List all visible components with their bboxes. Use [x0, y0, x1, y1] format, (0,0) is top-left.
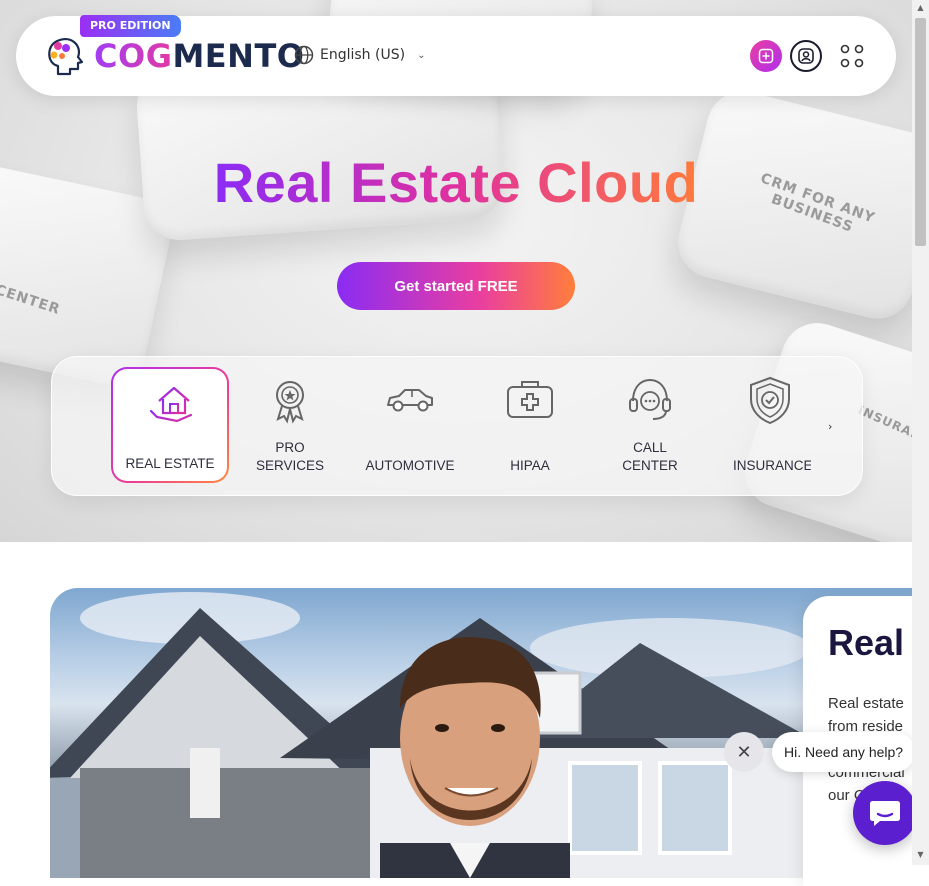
medical-kit-icon	[507, 381, 553, 418]
chat-launcher-button[interactable]	[853, 781, 917, 845]
logo-cog: COG	[94, 37, 173, 75]
logo-head-icon	[48, 38, 84, 76]
industry-label: PRO SERVICES	[255, 440, 325, 473]
industry-carousel: REAL ESTATE PRO SERVICES AUTOMOTIVE HIPA…	[51, 356, 863, 496]
car-icon	[387, 389, 433, 412]
shield-check-icon	[750, 376, 790, 425]
user-icon	[798, 48, 814, 64]
industry-label: CALL CENTER	[622, 440, 678, 473]
pro-edition-badge: PRO EDITION	[80, 15, 181, 37]
card-title: Real	[828, 622, 905, 663]
chevron-down-icon: ⌄	[417, 49, 426, 61]
globe-icon	[294, 45, 314, 65]
industry-automotive[interactable]: AUTOMOTIVE	[351, 367, 469, 483]
language-selector[interactable]: English (US) ⌄	[294, 45, 425, 65]
scroll-down-arrow[interactable]: ▼	[915, 850, 926, 862]
headset-icon	[629, 378, 671, 420]
scroll-up-arrow[interactable]: ▲	[915, 3, 926, 15]
chat-icon	[870, 801, 900, 826]
plus-square-icon	[758, 48, 774, 64]
scrollbar-thumb[interactable]	[915, 18, 926, 246]
apps-grid-icon[interactable]	[840, 44, 864, 68]
industry-label: INSURANCE	[733, 458, 811, 473]
add-button[interactable]	[750, 40, 782, 72]
chat-dismiss-button[interactable]: ✕	[724, 732, 764, 772]
award-badge-icon	[276, 381, 304, 424]
account-button[interactable]	[790, 40, 822, 72]
hero-title: Real Estate Cloud	[0, 150, 912, 216]
industry-label: AUTOMOTIVE	[365, 458, 455, 473]
logo-wordmark[interactable]: COGMENTO	[94, 36, 304, 76]
industry-label: REAL ESTATE	[125, 456, 215, 471]
carousel-next-arrow[interactable]: ›	[828, 420, 832, 433]
get-started-button[interactable]: Get started FREE	[337, 262, 575, 310]
industry-insurance[interactable]: INSURANCE	[711, 367, 811, 483]
top-navbar: PRO EDITION COGMENTO English (US) ⌄	[16, 15, 896, 96]
industry-real-estate[interactable]: REAL ESTATE	[111, 367, 229, 483]
logo-mento: MENTO	[172, 37, 305, 75]
industry-pro-services[interactable]: PRO SERVICES	[231, 367, 349, 483]
industry-hipaa[interactable]: HIPAA	[471, 367, 589, 483]
industry-call-center[interactable]: CALL CENTER	[591, 367, 709, 483]
house-hand-icon	[149, 386, 193, 423]
chat-greeting-bubble[interactable]: Hi. Need any help?	[772, 732, 916, 772]
industry-label: HIPAA	[510, 458, 550, 473]
hero-section: CRM FOR ANY BUSINESS CENTER INSURANCE PR…	[0, 0, 912, 542]
hero-title-text: Real Estate Cloud	[213, 151, 699, 214]
language-label: English (US)	[320, 47, 406, 63]
